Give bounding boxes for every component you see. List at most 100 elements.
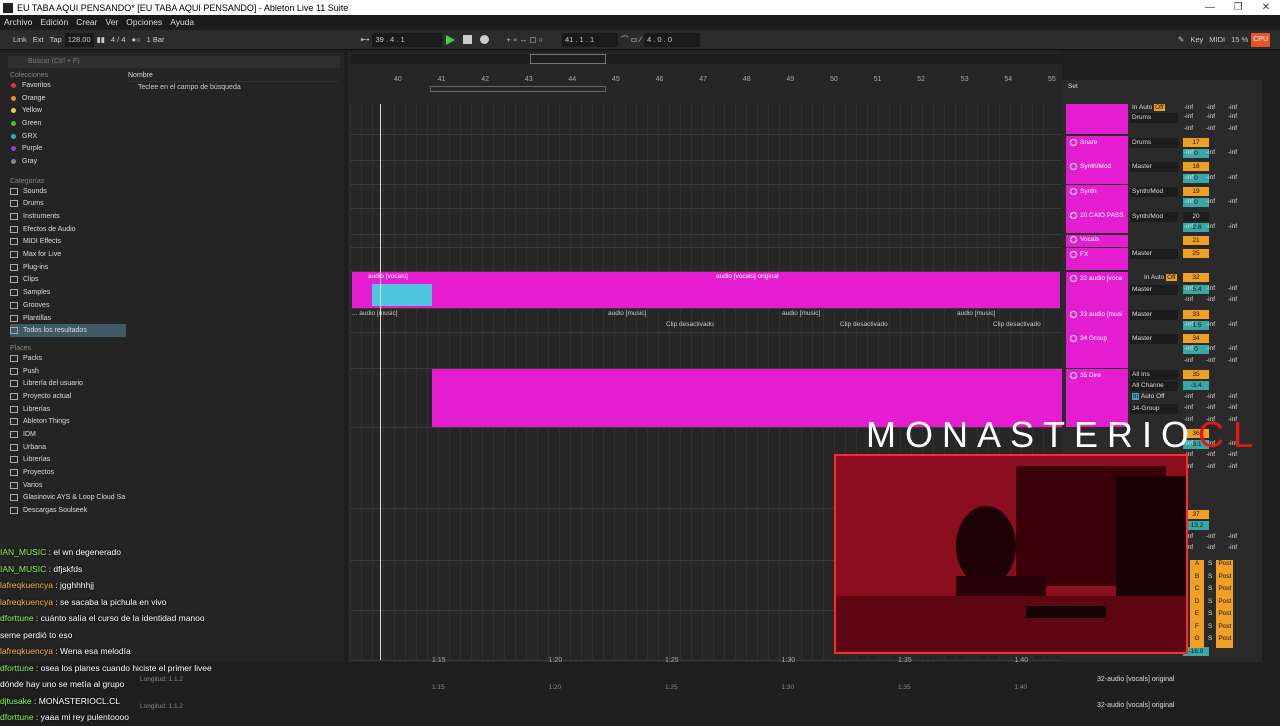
metronome-toggle-icon[interactable]: ●○ [129,33,144,47]
fold-icon[interactable] [1070,251,1077,258]
browser-column-header[interactable]: Nombre [128,72,338,82]
post-button[interactable]: Post [1216,622,1234,635]
routing-34[interactable]: Master [1130,334,1178,344]
category-item[interactable]: Plantillas [10,312,126,325]
fold-icon[interactable] [1070,163,1077,170]
ext-button[interactable]: Ext [30,33,47,47]
routing-33[interactable]: Master [1130,310,1178,320]
loop-length-field[interactable]: 4 . 0 . 0 [643,32,700,47]
meter-value[interactable]: -inf [1228,174,1237,181]
metronome-icon[interactable]: ▮▮ [94,33,108,47]
place-item[interactable]: IDM [10,428,126,441]
browser-search-input[interactable]: Buscar (Ctrl + F) [8,56,340,68]
collection-item[interactable]: Favoritos [10,79,126,92]
tempo-field[interactable]: 128.00 [64,32,94,47]
track-number[interactable]: 20 [1183,212,1209,221]
send-row[interactable]: G S Post [1190,635,1250,648]
category-item[interactable]: Samples [10,286,126,299]
meter-value[interactable]: -inf [1228,345,1237,352]
auto-label[interactable]: Auto [1151,274,1164,281]
track-number[interactable]: 32 [1183,273,1209,282]
track-32-audio[interactable]: 32 audio [voca [1066,272,1128,308]
meter-value[interactable]: -inf [1206,198,1215,205]
solo-button[interactable]: S [1208,598,1212,611]
meter-value[interactable]: -inf [1184,104,1193,111]
meter-value[interactable]: -inf [1184,223,1193,230]
meter-value[interactable]: -inf [1206,223,1215,230]
meter-value[interactable]: -inf [1228,321,1237,328]
meter-value[interactable]: -inf [1184,125,1193,132]
meter-value[interactable]: -inf [1206,104,1215,111]
place-item[interactable]: Packs [10,352,126,365]
meter-value[interactable]: -inf [1184,345,1193,352]
routing-snare[interactable]: Drums [1130,138,1178,148]
meter-value[interactable]: -inf [1206,285,1215,292]
send-row[interactable]: B S Post [1190,572,1250,585]
in-label[interactable]: In [1132,393,1140,400]
meter-value[interactable]: -inf [1184,357,1193,364]
routing-32[interactable]: Master [1130,285,1178,295]
post-button[interactable]: Post [1216,585,1234,598]
meter-value[interactable]: -inf [1228,533,1237,540]
meter-value[interactable]: -inf [1184,393,1193,400]
send-row[interactable]: C S Post [1190,585,1250,598]
meter-value[interactable]: -inf [1206,149,1215,156]
track-synthmod[interactable]: Synth/Mod [1066,160,1128,184]
track-number[interactable]: 19 [1183,187,1209,196]
meter-value[interactable]: -inf [1206,393,1215,400]
send-row[interactable]: D S Post [1190,597,1250,611]
menu-ayuda[interactable]: Ayuda [170,17,194,27]
category-item[interactable]: Sounds [10,185,126,198]
fold-icon[interactable] [1070,212,1077,219]
routing-fx[interactable]: Master [1130,249,1178,259]
routing-synthmod[interactable]: Master [1130,162,1178,172]
input-35[interactable]: All Ins [1130,370,1178,380]
stop-icon[interactable] [463,35,473,44]
meter-value[interactable]: -inf [1206,463,1215,470]
send-row[interactable]: E S Post [1190,610,1250,623]
place-item[interactable]: Proyectos [10,466,126,479]
meter-value[interactable]: -inf [1184,113,1193,120]
post-button[interactable]: Post [1216,572,1234,585]
menu-ver[interactable]: Ver [106,17,119,27]
loop-brace[interactable] [430,86,606,92]
meter-value[interactable]: -inf [1206,113,1215,120]
place-item[interactable]: Proyecto actual [10,390,126,403]
track-snare[interactable]: Snare [1066,136,1128,160]
meter-value[interactable]: -inf [1184,149,1193,156]
category-item[interactable]: MIDI Effects [10,236,126,249]
collection-item[interactable]: Orange [10,92,126,105]
clip-music-2[interactable]: audio [music] [608,310,646,317]
menu-crear[interactable]: Crear [76,17,97,27]
send-letter[interactable]: C [1190,585,1204,598]
clip-music-1[interactable]: ... audio [music] [352,310,398,317]
place-item[interactable]: Urbana [10,441,126,454]
meter-value[interactable]: -inf [1228,149,1237,156]
place-item[interactable]: Librerías [10,454,126,467]
send-letter[interactable]: B [1190,572,1204,585]
draw-mode-icons[interactable]: ⌒ ▭ ∕ [618,33,644,47]
clip-music-4[interactable]: audio [music] [957,310,995,317]
post-button[interactable]: Post [1216,635,1234,648]
fold-icon[interactable] [1070,275,1077,282]
play-icon[interactable] [446,34,456,45]
track-number[interactable]: 21 [1183,236,1209,245]
post-button[interactable]: Post [1216,610,1234,623]
meter-value[interactable]: -inf [1206,533,1215,540]
meter-value[interactable]: -inf [1184,285,1193,292]
track-number[interactable]: 34 [1183,334,1209,343]
auto-label[interactable]: Auto [1139,104,1152,111]
fold-icon[interactable] [1070,139,1077,146]
song-position[interactable]: 39 . 4 . 1 [372,32,443,47]
meter-value[interactable]: -inf [1228,285,1237,292]
volume-value[interactable]: -3.4 [1183,381,1209,390]
clip-music-3[interactable]: audio [music] [782,310,820,317]
place-item[interactable]: Descargas Soulseek [10,504,126,517]
send-letter[interactable]: E [1190,610,1204,623]
track-number[interactable]: 25 [1183,249,1209,258]
routing-35[interactable]: 34-Group [1130,404,1178,414]
time-signature[interactable]: 4 / 4 [108,33,129,47]
routing-caio[interactable]: Synth/Mod [1130,212,1178,222]
off-label[interactable]: Off [1166,274,1177,281]
off-label[interactable]: Off [1154,104,1165,111]
